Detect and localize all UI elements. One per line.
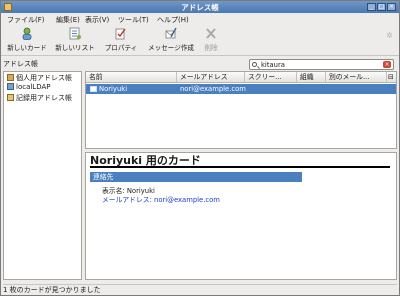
clear-icon[interactable]: × [383, 61, 391, 68]
row-email: nori@example.com [180, 85, 246, 93]
address-book-window: アドレス帳 _ □ × ファイル(F) 編集(E) 表示(V) ツール(T) ヘ… [0, 0, 400, 296]
toolbar: 新しいカード 新しいリスト プロパティ メッセージ作成 削除 ✲ [1, 26, 399, 56]
new-list-button[interactable]: 新しいリスト [53, 27, 97, 55]
address-book-icon [7, 94, 14, 101]
search-icon [252, 62, 257, 67]
new-card-button[interactable]: 新しいカード [5, 27, 49, 55]
delete-icon [205, 27, 217, 40]
address-book-icon [7, 74, 14, 81]
sidebar-header: アドレス帳 [3, 60, 38, 68]
properties-button[interactable]: プロパティ [103, 27, 139, 55]
menu-help[interactable]: ヘルプ(H) [157, 15, 189, 25]
contact-section-header: 連絡先 [90, 172, 302, 182]
column-header-email[interactable]: メールアドレス [177, 72, 245, 82]
contact-card-preview: Noriyuki 用のカード 連絡先 表示名: Noriyuki メールアドレス… [85, 152, 397, 280]
search-value: kitaura [261, 61, 285, 69]
throbber-icon: ✲ [386, 31, 393, 40]
sidebar-item-personal[interactable]: 個人用アドレス帳 [7, 73, 72, 82]
row-name: Noriyuki [90, 84, 127, 94]
email-link[interactable]: メールアドレス: nori@example.com [102, 194, 220, 204]
menu-tools[interactable]: ツール(T) [118, 15, 149, 25]
delete-button[interactable]: 削除 [202, 27, 220, 55]
maximize-button[interactable]: □ [377, 3, 386, 11]
new-list-icon [69, 27, 81, 40]
table-header: 名前 メールアドレス スクリー... 組織 別のメール... ⊟ [86, 72, 396, 83]
menu-file[interactable]: ファイル(F) [7, 15, 45, 25]
menu-edit[interactable]: 編集(E) [56, 15, 80, 25]
minimize-button[interactable]: _ [367, 3, 376, 11]
menu-view[interactable]: 表示(V) [85, 15, 109, 25]
properties-icon [115, 27, 127, 40]
search-input[interactable]: kitaura × [249, 59, 394, 70]
sidebar-item-collected[interactable]: 記録用アドレス帳 [7, 93, 72, 102]
sidebar-item-ldap[interactable]: localLDAP [7, 83, 51, 92]
new-card-icon [21, 27, 33, 40]
column-picker-icon[interactable]: ⊟ [387, 72, 396, 82]
contact-card-icon [90, 86, 97, 92]
window-title: アドレス帳 [181, 3, 219, 12]
table-row[interactable]: Noriyuki nori@example.com [86, 84, 396, 94]
menu-bar: ファイル(F) 編集(E) 表示(V) ツール(T) ヘルプ(H) [1, 14, 399, 25]
address-book-list: 個人用アドレス帳 localLDAP 記録用アドレス帳 [3, 71, 82, 280]
compose-button[interactable]: メッセージ作成 [146, 27, 196, 55]
close-button[interactable]: × [387, 3, 396, 11]
status-bar: 1 枚のカードが見つかりました [3, 284, 397, 294]
title-bar[interactable]: アドレス帳 _ □ × [1, 1, 399, 13]
compose-icon [165, 27, 177, 40]
column-header-organization[interactable]: 組織 [297, 72, 326, 82]
column-header-screen-name[interactable]: スクリー... [245, 72, 297, 82]
ldap-directory-icon [7, 83, 14, 90]
column-header-alt-email[interactable]: 別のメール... [326, 72, 387, 82]
results-table: 名前 メールアドレス スクリー... 組織 別のメール... ⊟ Noriyuk… [85, 71, 397, 149]
column-header-name[interactable]: 名前 [86, 72, 177, 82]
card-title: Noriyuki 用のカード [90, 153, 390, 168]
